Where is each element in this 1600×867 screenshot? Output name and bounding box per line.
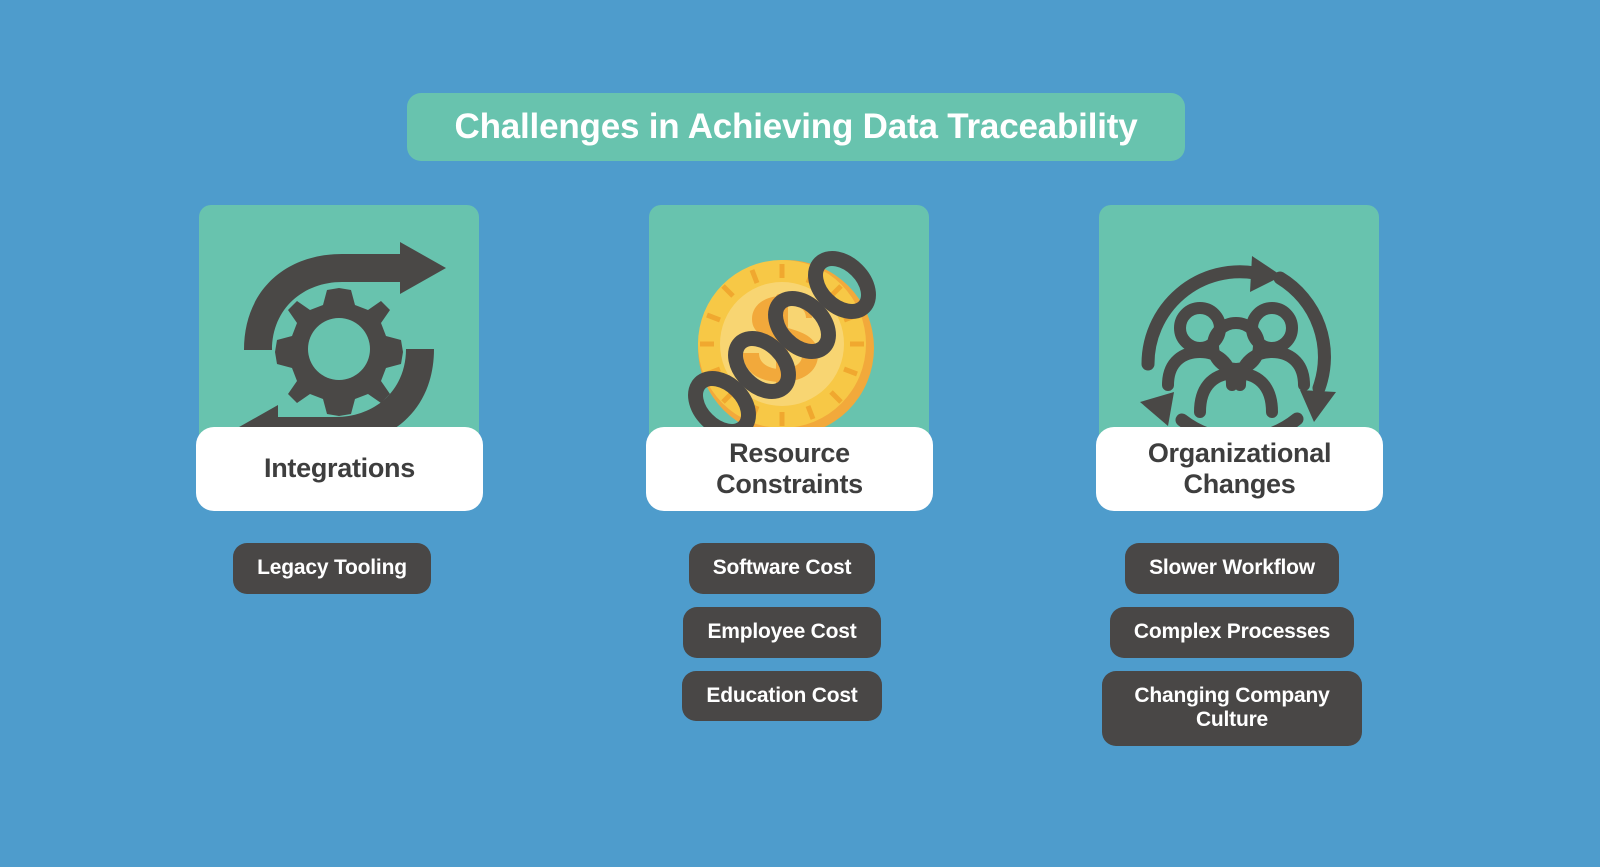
challenge-title: Resource Constraints bbox=[716, 437, 863, 499]
pill-stack-integrations: Legacy Tooling bbox=[187, 543, 477, 594]
pill-item: Legacy Tooling bbox=[233, 543, 431, 594]
challenge-column-resource-constraints: Resource Constraints Software Cost Emplo… bbox=[637, 205, 933, 722]
label-card-resource-constraints: Resource Constraints bbox=[646, 427, 933, 511]
pill-stack-organizational-changes: Slower Workflow Complex Processes Changi… bbox=[1087, 543, 1377, 747]
pill-item: Employee Cost bbox=[683, 606, 881, 658]
infographic-canvas: Challenges in Achieving Data Traceabilit… bbox=[0, 0, 1600, 867]
title-banner: Challenges in Achieving Data Traceabilit… bbox=[407, 93, 1185, 161]
pill-item: Complex Processes bbox=[1109, 606, 1355, 658]
page-title: Challenges in Achieving Data Traceabilit… bbox=[454, 107, 1138, 146]
gear-sync-icon bbox=[232, 241, 446, 457]
challenge-column-organizational-changes: Organizational Changes Slower Workflow C… bbox=[1087, 205, 1383, 747]
people-cycle-icon bbox=[1140, 255, 1336, 446]
pill-item: Software Cost bbox=[688, 543, 876, 594]
pill-item: Education Cost bbox=[682, 670, 882, 722]
pill-item: Changing Company Culture bbox=[1102, 670, 1362, 747]
challenge-column-integrations: Integrations Legacy Tooling bbox=[187, 205, 483, 594]
pill-item: Slower Workflow bbox=[1125, 543, 1339, 594]
challenge-title: Organizational Changes bbox=[1147, 437, 1332, 499]
coin-chain-icon bbox=[688, 250, 876, 439]
pill-stack-resource-constraints: Software Cost Employee Cost Education Co… bbox=[637, 543, 927, 722]
challenge-title: Integrations bbox=[264, 453, 415, 484]
label-card-organizational-changes: Organizational Changes bbox=[1096, 427, 1383, 511]
label-card-integrations: Integrations bbox=[196, 427, 483, 511]
